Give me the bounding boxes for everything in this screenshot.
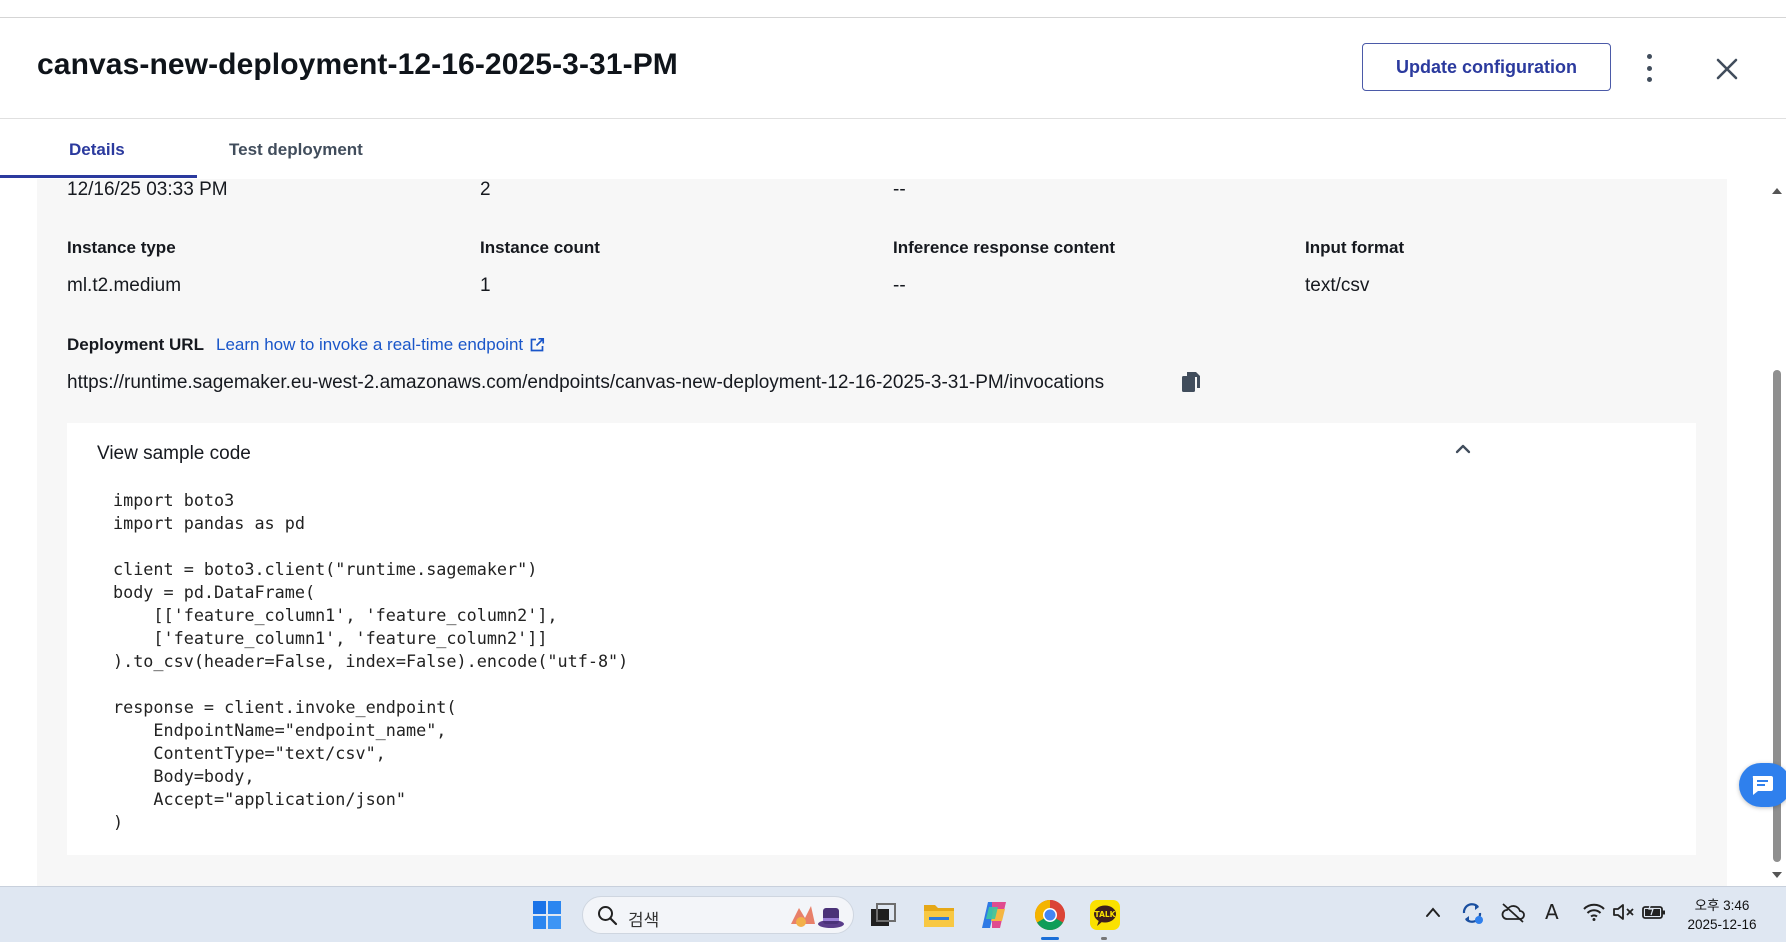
sample-code-block: import boto3 import pandas as pd client …: [113, 490, 629, 832]
windows-taskbar: 검색 TALK A 오후 3:46 2025-12-16: [0, 886, 1786, 942]
svg-text:TALK: TALK: [1095, 910, 1117, 919]
sync-icon[interactable]: [1460, 901, 1484, 925]
learn-invoke-endpoint-link-text: Learn how to invoke a real-time endpoint: [216, 335, 524, 354]
tab-test-deployment[interactable]: Test deployment: [229, 140, 363, 160]
tab-details[interactable]: Details: [69, 140, 125, 160]
clock-time: 오후 3:46: [1694, 898, 1750, 913]
chrome-icon[interactable]: [1033, 898, 1067, 932]
more-options-icon[interactable]: [1638, 54, 1660, 82]
chevron-up-icon[interactable]: [1454, 442, 1472, 456]
chat-feedback-button[interactable]: [1739, 763, 1786, 807]
page-title: canvas-new-deployment-12-16-2025-3-31-PM: [37, 48, 678, 81]
taskbar-clock[interactable]: 오후 3:46 2025-12-16: [1672, 896, 1772, 934]
sample-code-section: View sample code import boto3 import pan…: [67, 423, 1696, 855]
clock-date: 2025-12-16: [1687, 917, 1757, 932]
instance-type-label: Instance type: [67, 238, 176, 257]
update-configuration-button[interactable]: Update configuration: [1362, 43, 1611, 91]
prev-row-count-value: 2: [480, 179, 491, 200]
ime-indicator[interactable]: A: [1545, 900, 1559, 924]
scroll-down-arrow-icon[interactable]: [1771, 871, 1783, 880]
search-highlight-icon: [791, 906, 844, 928]
inference-response-content-label: Inference response content: [893, 238, 1116, 257]
wifi-icon[interactable]: [1582, 902, 1606, 922]
external-link-icon: [530, 337, 545, 352]
input-format-label: Input format: [1305, 238, 1405, 257]
details-panel: 12/16/25 03:33 PM 2 -- Instance type Ins…: [37, 179, 1727, 886]
cloud-offline-icon[interactable]: [1500, 902, 1526, 924]
file-explorer-icon[interactable]: [922, 898, 956, 932]
search-placeholder: 검색: [628, 911, 660, 930]
deployment-header: canvas-new-deployment-12-16-2025-3-31-PM…: [0, 18, 1786, 119]
chat-icon: [1752, 776, 1773, 795]
inference-response-content-value: --: [893, 275, 906, 296]
tab-bar: Details Test deployment: [0, 119, 1786, 179]
scroll-up-arrow-icon[interactable]: [1771, 186, 1783, 195]
active-tab-indicator: [0, 175, 197, 178]
instance-count-label: Instance count: [480, 238, 600, 257]
input-format-value: text/csv: [1305, 275, 1370, 296]
search-icon: [598, 906, 618, 926]
close-icon[interactable]: [1714, 56, 1740, 82]
windows-start-icon[interactable]: [530, 898, 564, 932]
chrome-active-indicator: [1041, 937, 1059, 940]
copilot-icon[interactable]: [977, 898, 1011, 932]
taskbar-search-input[interactable]: 검색: [582, 896, 854, 934]
deployment-url-label: Deployment URL: [67, 335, 204, 354]
chevron-up-tray-icon[interactable]: [1424, 905, 1442, 919]
speaker-muted-icon[interactable]: [1612, 902, 1636, 922]
instance-type-value: ml.t2.medium: [67, 275, 182, 296]
copy-icon[interactable]: [1180, 370, 1202, 394]
view-sample-code-toggle[interactable]: View sample code: [97, 443, 251, 465]
instance-count-value: 1: [480, 275, 491, 296]
kakaotalk-icon[interactable]: TALK: [1088, 898, 1122, 932]
prev-row-empty-value: --: [893, 179, 906, 200]
prev-row-created-value: 12/16/25 03:33 PM: [67, 179, 228, 200]
browser-toolbar-strip: [0, 0, 1786, 18]
task-view-icon[interactable]: [866, 898, 900, 932]
deployment-url-value: https://runtime.sagemaker.eu-west-2.amaz…: [67, 372, 1105, 393]
kakaotalk-open-indicator: [1101, 937, 1107, 940]
battery-plugged-icon[interactable]: [1641, 902, 1667, 922]
learn-invoke-endpoint-link[interactable]: Learn how to invoke a real-time endpoint: [216, 335, 545, 355]
